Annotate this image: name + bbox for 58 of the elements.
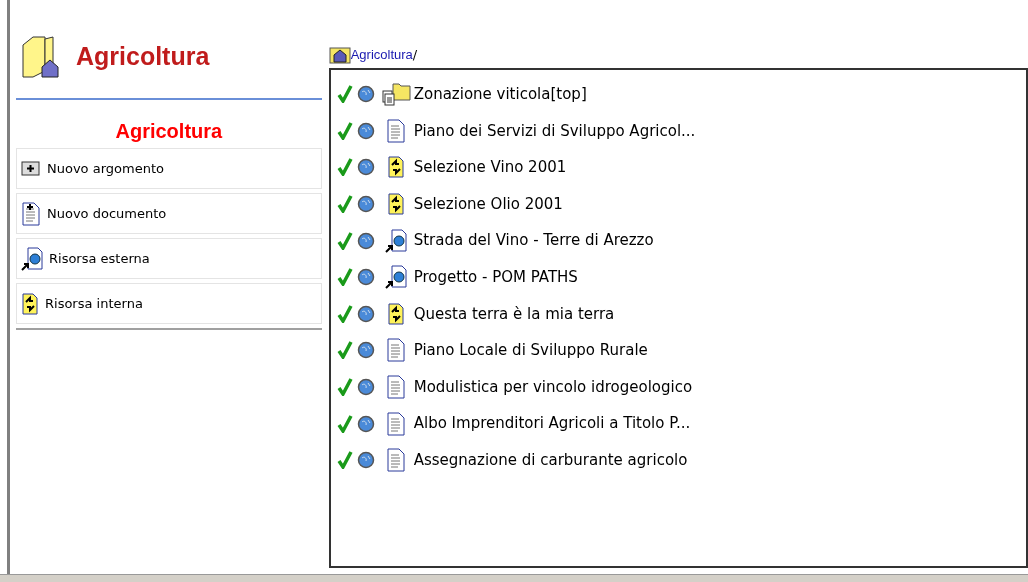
link-document-icon (386, 193, 405, 216)
globe-icon (356, 231, 375, 250)
checkmark-icon (336, 341, 353, 360)
item-link[interactable]: Progetto - POM PATHS (413, 266, 578, 289)
sidebar-action[interactable]: Nuovo argomento (16, 148, 322, 189)
item-link[interactable]: Piano Locale di Sviluppo Rurale (413, 339, 648, 362)
item-link[interactable]: Zonazione viticola[top] (413, 83, 587, 106)
breadcrumb-link[interactable]: Agricoltura (350, 45, 413, 65)
external-resource-icon (384, 265, 407, 290)
checkmark-icon (336, 158, 353, 177)
checkmark-icon (336, 304, 353, 323)
checkmark-icon (336, 121, 353, 140)
document-icon (385, 448, 406, 473)
sidebar-action[interactable]: Risorsa esterna (16, 238, 322, 279)
item-link[interactable]: Selezione Olio 2001 (413, 192, 563, 216)
item-link[interactable]: Strada del Vino - Terre di Arezzo (413, 229, 654, 252)
globe-icon (356, 414, 375, 433)
external-resource-icon (21, 246, 43, 271)
add-folder-icon (21, 160, 41, 177)
header-title: Agricoltura (76, 41, 210, 73)
link-document-icon (386, 156, 405, 179)
checkmark-icon (336, 195, 353, 214)
globe-icon (356, 158, 375, 177)
checkmark-icon (336, 451, 353, 470)
globe-icon (356, 378, 375, 397)
checkmark-icon (336, 414, 353, 433)
globe-icon (356, 451, 375, 470)
globe-icon (356, 195, 375, 214)
item-link[interactable]: Selezione Vino 2001 (413, 156, 567, 179)
sidebar-action[interactable]: Nuovo documento (16, 193, 322, 234)
checkmark-icon (336, 231, 353, 250)
link-document-icon (21, 292, 39, 315)
folder-home-icon (20, 35, 60, 79)
document-icon (21, 201, 41, 226)
globe-icon (356, 304, 375, 323)
link-document-icon (386, 302, 405, 325)
globe-icon (356, 268, 375, 287)
checkmark-icon (336, 378, 353, 397)
document-icon (385, 118, 406, 143)
item-link[interactable]: Piano dei Servizi di Sviluppo Agricol... (413, 119, 696, 143)
breadcrumb-separator: / (412, 46, 418, 65)
sidebar-action[interactable]: Risorsa interna (16, 283, 322, 324)
globe-icon (356, 85, 375, 104)
sidebar-title: Agricoltura (114, 119, 224, 144)
globe-icon (356, 121, 375, 140)
document-icon (385, 375, 406, 400)
item-link[interactable]: Questa terra è la mia terra (413, 302, 615, 326)
item-link[interactable]: Albo Imprenditori Agricoli a Titolo P... (413, 412, 691, 435)
folder-stack-icon (380, 82, 411, 107)
external-resource-icon (384, 228, 407, 253)
home-folder-icon (328, 46, 351, 64)
item-link[interactable]: Assegnazione di carburante agricolo (413, 449, 688, 472)
document-icon (385, 338, 406, 363)
checkmark-icon (336, 268, 353, 287)
item-link[interactable]: Modulistica per vincolo idrogeologico (413, 375, 693, 399)
globe-icon (356, 341, 375, 360)
checkmark-icon (336, 85, 353, 104)
document-icon (385, 411, 406, 436)
